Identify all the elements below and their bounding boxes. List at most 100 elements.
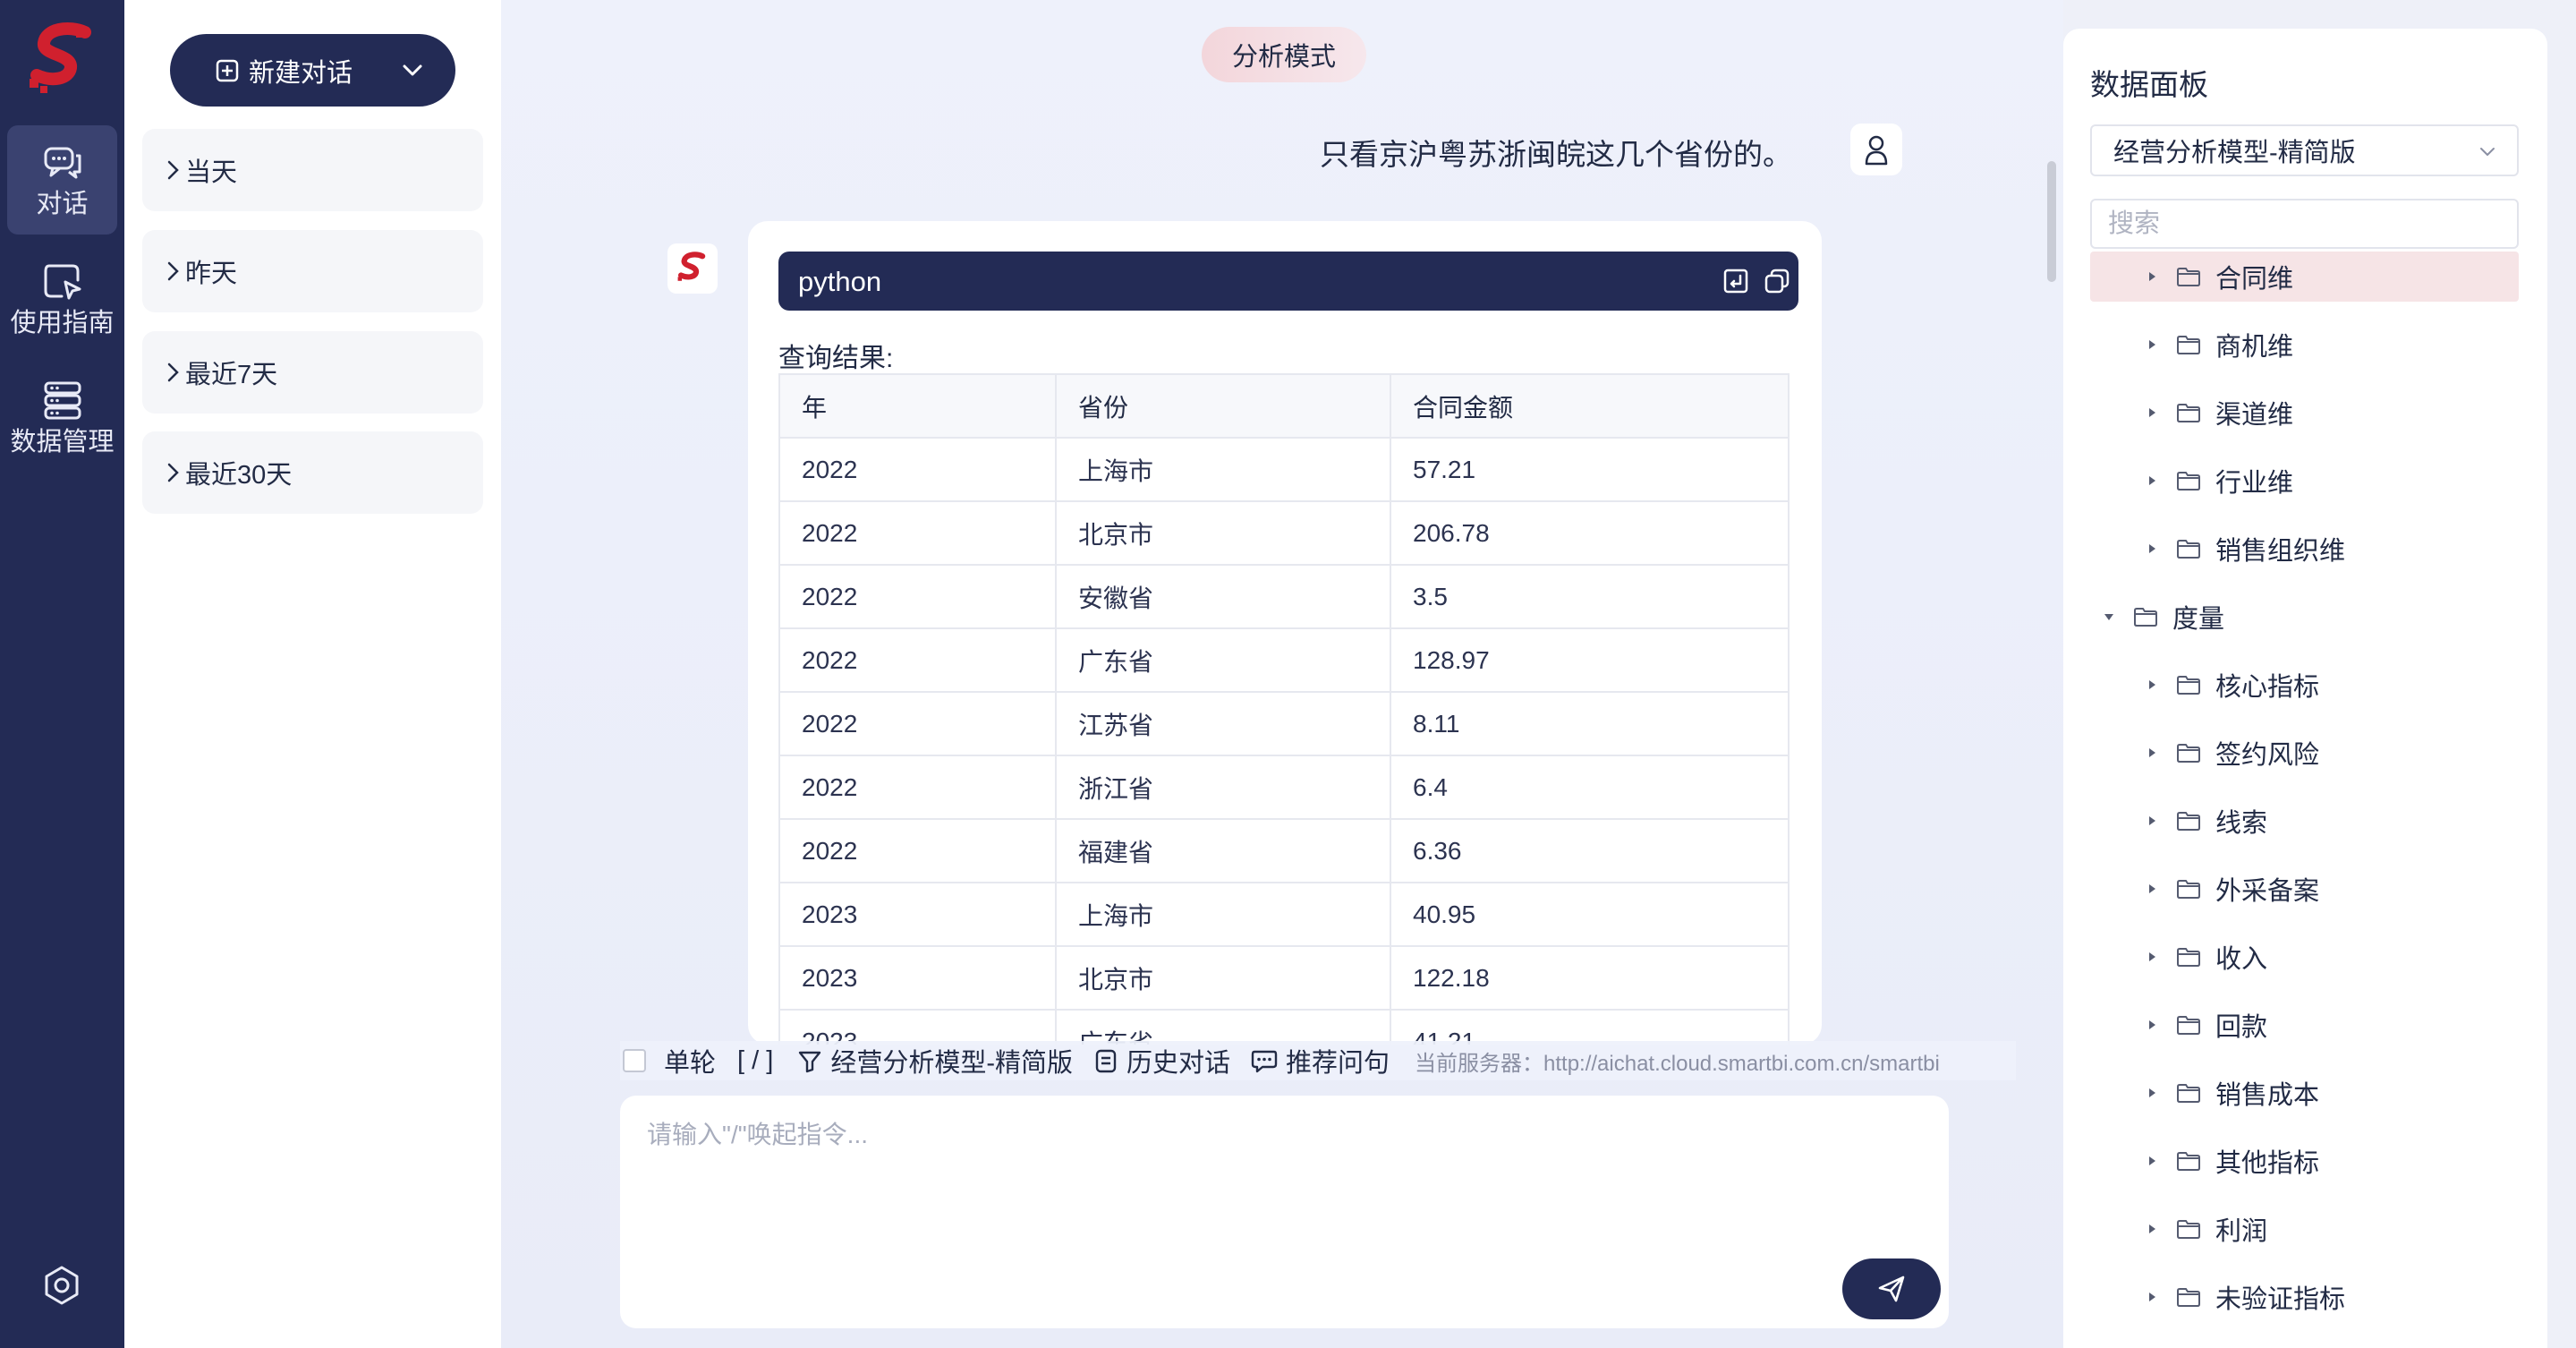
chat-main: 分析模式 只看京沪粤苏浙闽皖这几个省份的。 python 查询结果: 年 省份 … xyxy=(501,0,2063,1348)
folder-icon xyxy=(2177,336,2200,354)
folder-icon xyxy=(2177,1016,2200,1035)
table-cell: 2023 xyxy=(778,1009,1057,1045)
caret-right-icon[interactable] xyxy=(2146,542,2158,555)
table-row: 2022 福建省 6.36 xyxy=(778,818,1790,883)
tree-node-label: 销售组织维 xyxy=(2215,537,2346,566)
tree-node[interactable]: 商机维 xyxy=(2090,320,2519,370)
caret-right-icon[interactable] xyxy=(2146,406,2158,419)
insert-icon[interactable] xyxy=(1722,267,1750,295)
tree-node[interactable]: 销售组织维 xyxy=(2090,524,2519,574)
caret-right-icon[interactable] xyxy=(2146,747,2158,759)
table-cell: 2022 xyxy=(778,437,1057,502)
tree-node[interactable]: 销售成本 xyxy=(2090,1068,2519,1118)
caret-right-icon[interactable] xyxy=(2146,338,2158,351)
history-group-yesterday[interactable]: 昨天 xyxy=(142,230,483,312)
table-cell: 江苏省 xyxy=(1055,691,1391,756)
table-row: 2022 安徽省 3.5 xyxy=(778,564,1790,629)
brand-logo xyxy=(30,22,91,93)
database-icon xyxy=(44,381,81,420)
result-label: 查询结果: xyxy=(778,344,894,373)
data-panel-title: 数据面板 xyxy=(2090,68,2208,101)
history-group-7days[interactable]: 最近7天 xyxy=(142,331,483,414)
rail-item-label: 数据管理 xyxy=(10,428,115,456)
mode-badge[interactable]: 分析模式 xyxy=(1202,27,1366,82)
chevron-down-icon[interactable] xyxy=(398,55,427,84)
table-cell: 41.21 xyxy=(1390,1009,1790,1045)
caret-right-icon[interactable] xyxy=(2146,1087,2158,1099)
caret-right-icon[interactable] xyxy=(2146,883,2158,895)
single-turn-label[interactable]: 单轮 xyxy=(664,1042,716,1079)
tree-node[interactable]: 渠道维 xyxy=(2090,388,2519,438)
user-icon xyxy=(1865,135,1888,166)
table-cell: 广东省 xyxy=(1055,1009,1391,1045)
copy-icon[interactable] xyxy=(1763,267,1791,295)
user-avatar xyxy=(1850,124,1902,175)
new-chat-button[interactable]: 新建对话 xyxy=(170,34,455,107)
table-cell: 206.78 xyxy=(1390,500,1790,566)
rail-item-data[interactable]: 数据管理 xyxy=(7,363,117,473)
tree-node[interactable]: 其他指标 xyxy=(2090,1136,2519,1186)
table-cell: 2022 xyxy=(778,564,1057,629)
tree-node[interactable]: 外采备案 xyxy=(2090,864,2519,914)
table-cell: 2023 xyxy=(778,945,1057,1011)
tree-node[interactable]: 线索 xyxy=(2090,796,2519,846)
brand-logo-small xyxy=(677,252,706,281)
tree-node[interactable]: 回款 xyxy=(2090,1000,2519,1050)
tree-node[interactable]: 利润 xyxy=(2090,1204,2519,1254)
caret-right-icon[interactable] xyxy=(2146,474,2158,487)
tree-search-input[interactable] xyxy=(2090,199,2519,249)
caret-right-icon[interactable] xyxy=(2146,678,2158,691)
caret-right-icon[interactable] xyxy=(2146,951,2158,963)
caret-right-icon[interactable] xyxy=(2146,1291,2158,1303)
rail-item-guide[interactable]: 使用指南 xyxy=(7,244,117,354)
tree-node-label: 利润 xyxy=(2215,1217,2268,1246)
tree-node[interactable]: 行业维 xyxy=(2090,456,2519,506)
scrollbar-thumb[interactable] xyxy=(2047,161,2056,282)
code-language: python xyxy=(798,266,882,297)
folder-icon xyxy=(2177,472,2200,491)
table-header-row: 年 省份 合同金额 xyxy=(778,373,1790,439)
add-chat-icon xyxy=(216,59,239,81)
history-group-label: 昨天 xyxy=(185,260,238,288)
table-cell: 2023 xyxy=(778,882,1057,947)
send-button[interactable] xyxy=(1842,1258,1941,1319)
caret-down-icon[interactable] xyxy=(2103,610,2115,623)
folder-icon xyxy=(2177,812,2200,831)
caret-right-icon[interactable] xyxy=(2146,815,2158,827)
model-select[interactable]: 经营分析模型-精简版 xyxy=(2090,124,2519,176)
single-turn-checkbox[interactable] xyxy=(623,1049,646,1072)
tree-node[interactable]: 度量 xyxy=(2090,592,2519,642)
result-table: 年 省份 合同金额 2022 上海市 57.21 2022 北京市 206.78 xyxy=(778,373,1790,1045)
caret-right-icon[interactable] xyxy=(2146,270,2158,283)
tree-node-label: 收入 xyxy=(2215,945,2268,974)
table-row: 2022 北京市 206.78 xyxy=(778,500,1790,566)
tree-node[interactable]: 收入 xyxy=(2090,932,2519,982)
tree-node[interactable]: 合同维 xyxy=(2090,252,2519,302)
model-button[interactable]: 经营分析模型-精简版 xyxy=(796,1042,1073,1079)
history-group-30days[interactable]: 最近30天 xyxy=(142,431,483,514)
history-group-today[interactable]: 当天 xyxy=(142,129,483,211)
tree-node[interactable]: 签约风险 xyxy=(2090,728,2519,778)
table-cell: 上海市 xyxy=(1055,882,1391,947)
folder-icon xyxy=(2177,880,2200,899)
recommend-question-button[interactable]: 推荐问句 xyxy=(1250,1042,1390,1079)
new-chat-label: 新建对话 xyxy=(249,58,353,88)
model-select-value: 经营分析模型-精简版 xyxy=(2113,139,2356,167)
tree-node[interactable]: 未验证指标 xyxy=(2090,1272,2519,1322)
settings-icon[interactable] xyxy=(41,1265,82,1306)
collapse-icon[interactable] xyxy=(1804,267,1822,295)
tree-node[interactable]: 核心指标 xyxy=(2090,660,2519,710)
chat-bubble-icon xyxy=(1251,1050,1278,1073)
caret-right-icon[interactable] xyxy=(2146,1155,2158,1167)
rail-item-label: 对话 xyxy=(36,190,89,218)
column-header: 合同金额 xyxy=(1390,373,1790,439)
caret-right-icon[interactable] xyxy=(2146,1019,2158,1031)
table-cell: 2022 xyxy=(778,691,1057,756)
chat-input[interactable] xyxy=(647,1115,1917,1250)
rail-item-chat[interactable]: 对话 xyxy=(7,125,117,235)
folder-icon xyxy=(2177,676,2200,695)
caret-right-icon[interactable] xyxy=(2146,1223,2158,1235)
folder-icon xyxy=(2177,1288,2200,1307)
history-chat-button[interactable]: 历史对话 xyxy=(1092,1042,1230,1079)
tree-node-label: 商机维 xyxy=(2215,333,2294,362)
